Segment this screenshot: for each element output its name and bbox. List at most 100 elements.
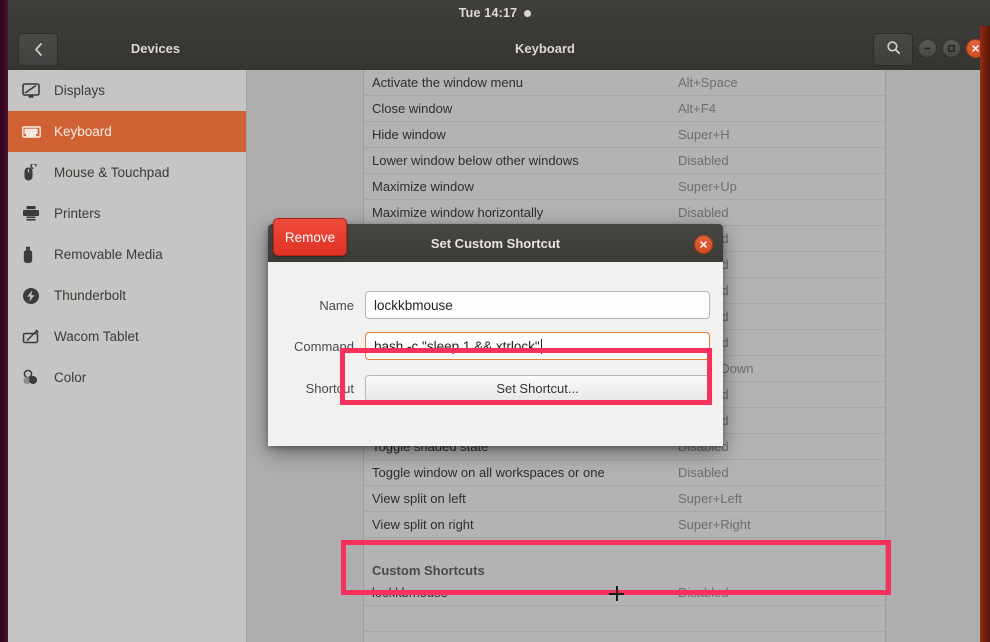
- sidebar-item-label: Removable Media: [54, 247, 163, 262]
- close-icon: [971, 44, 980, 53]
- shortcut-name: Maximize window: [372, 179, 474, 194]
- sidebar-item-displays[interactable]: Displays: [8, 70, 246, 111]
- shortcut-value: Super+Right: [678, 517, 751, 532]
- thunderbolt-icon: [22, 287, 48, 305]
- search-icon: [886, 40, 901, 60]
- shortcut-row[interactable]: [364, 606, 885, 632]
- page-title: Keyboard: [245, 26, 845, 70]
- shortcut-row[interactable]: Toggle window on all workspaces or one Di…: [364, 460, 885, 486]
- shortcut-name: Hide window: [372, 127, 446, 142]
- search-button[interactable]: [873, 33, 913, 66]
- command-field-row: Command bash -c "sleep 1 && xtrlock": [268, 332, 723, 360]
- shortcut-row[interactable]: Maximize window horizontally Disabled: [364, 200, 885, 226]
- screen: Tue 14:17 Devices Keyboard Displays Keyb…: [0, 0, 990, 642]
- shortcut-row[interactable]: Hide window Super+H: [364, 122, 885, 148]
- window-controls: [918, 39, 980, 58]
- sidebar-item-removable-media[interactable]: Removable Media: [8, 234, 246, 275]
- command-label: Command: [294, 338, 354, 354]
- sidebar-item-mouse-touchpad[interactable]: Mouse & Touchpad: [8, 152, 246, 193]
- remove-button[interactable]: Remove: [273, 218, 347, 256]
- back-button[interactable]: [18, 33, 58, 66]
- desktop-clock[interactable]: Tue 14:17: [0, 0, 990, 26]
- close-icon: [699, 236, 708, 254]
- shortcut-name: Toggle window on all workspaces or one: [372, 465, 605, 480]
- page-title-label: Keyboard: [515, 40, 575, 56]
- name-field-row: Name lockkbmouse: [268, 291, 723, 319]
- shortcut-name: Maximize window horizontally: [372, 205, 544, 220]
- shortcut-row[interactable]: Lower window below other windows Disabled: [364, 148, 885, 174]
- crosshair-cursor: [609, 586, 624, 601]
- chevron-left-icon: [33, 42, 44, 57]
- shortcut-label: Shortcut: [305, 380, 354, 396]
- shortcut-value: Alt+Space: [678, 75, 738, 90]
- shortcut-value: Disabled: [678, 205, 729, 220]
- shortcut-row[interactable]: lockkbmouse Disabled: [364, 580, 885, 606]
- set-shortcut-button-label: Set Shortcut...: [496, 380, 579, 396]
- printer-icon: [22, 205, 48, 222]
- shortcut-row[interactable]: View split on left Super+Left: [364, 486, 885, 512]
- shortcut-value: Disabled: [678, 465, 729, 480]
- shortcut-name: View split on left: [372, 491, 466, 506]
- keyboard-icon: [22, 125, 48, 139]
- shortcut-value: Disabled: [678, 153, 729, 168]
- shortcut-value: Alt+F4: [678, 101, 716, 116]
- minimize-icon: [923, 44, 932, 53]
- shortcut-value: Super+Left: [678, 491, 742, 506]
- sidebar-item-wacom-tablet[interactable]: Wacom Tablet: [8, 316, 246, 357]
- wacom-tablet-icon: [22, 328, 48, 345]
- dialog-close-button[interactable]: [694, 235, 713, 254]
- remove-button-label: Remove: [284, 229, 336, 245]
- desktop-right-edge: [980, 26, 990, 642]
- sidebar-item-color[interactable]: Color: [8, 357, 246, 398]
- display-icon: [22, 82, 48, 99]
- shortcut-name: Custom Shortcuts: [372, 563, 485, 578]
- sidebar-item-label: Keyboard: [54, 124, 112, 139]
- shortcut-field-row: Shortcut Set Shortcut...: [268, 374, 723, 402]
- sidebar-item-label: Thunderbolt: [54, 288, 127, 303]
- name-input[interactable]: lockkbmouse: [365, 291, 710, 319]
- shortcut-row[interactable]: Maximize window Super+Up: [364, 174, 885, 200]
- breadcrumb-label: Devices: [130, 40, 181, 56]
- desktop-top-panel: Tue 14:17: [0, 0, 990, 26]
- sidebar-item-keyboard[interactable]: Keyboard: [8, 111, 246, 152]
- shortcut-name: Activate the window menu: [372, 75, 524, 90]
- shortcut-name: Close window: [372, 101, 453, 116]
- color-circles-icon: [22, 369, 48, 386]
- command-input-value: bash -c "sleep 1 && xtrlock": [374, 338, 540, 354]
- sidebar-item-printers[interactable]: Printers: [8, 193, 246, 234]
- dialog-body: Name lockkbmouse Command bash -c "sleep …: [268, 262, 723, 446]
- shortcut-row[interactable]: Close window Alt+F4: [364, 96, 885, 122]
- shortcut-value: Super+Up: [678, 179, 737, 194]
- desktop-left-edge: [0, 0, 8, 642]
- name-input-value: lockkbmouse: [374, 297, 453, 313]
- sidebar-item-label: Mouse & Touchpad: [54, 165, 170, 180]
- sidebar-item-label: Displays: [54, 83, 106, 98]
- sidebar-item-thunderbolt[interactable]: Thunderbolt: [8, 275, 246, 316]
- circle-dot-icon: [524, 9, 532, 17]
- shortcut-row: [364, 538, 885, 550]
- maximize-icon: [947, 44, 956, 53]
- set-shortcut-button[interactable]: Set Shortcut...: [365, 374, 710, 402]
- sidebar-item-label: Color: [54, 370, 87, 385]
- shortcut-value: Super+H: [678, 127, 730, 142]
- clock-text: Tue 14:17: [458, 6, 518, 20]
- dialog-title-label: Set Custom Shortcut: [430, 235, 561, 251]
- text-caret: [540, 338, 542, 354]
- minimize-button[interactable]: [918, 39, 937, 58]
- breadcrumb[interactable]: Devices: [68, 26, 243, 70]
- shortcut-row[interactable]: View split on right Super+Right: [364, 512, 885, 538]
- shortcut-row[interactable]: Activate the window menu Alt+Space: [364, 70, 885, 96]
- command-input[interactable]: bash -c "sleep 1 && xtrlock": [365, 332, 710, 360]
- shortcut-value: Disabled: [678, 585, 729, 600]
- shortcut-section-header: Custom Shortcuts: [364, 550, 885, 580]
- window-titlebar: Devices Keyboard: [8, 26, 980, 71]
- shortcut-name: Lower window below other windows: [372, 153, 579, 168]
- sidebar-item-label: Wacom Tablet: [54, 329, 139, 344]
- usb-drive-icon: [22, 246, 48, 264]
- name-label: Name: [319, 297, 354, 313]
- maximize-button[interactable]: [942, 39, 961, 58]
- sidebar-item-label: Printers: [54, 206, 101, 221]
- shortcut-name: lockkbmouse: [372, 585, 448, 600]
- sidebar: Displays Keyboard Mouse & Touchpad Print…: [8, 70, 247, 642]
- close-button[interactable]: [966, 39, 980, 58]
